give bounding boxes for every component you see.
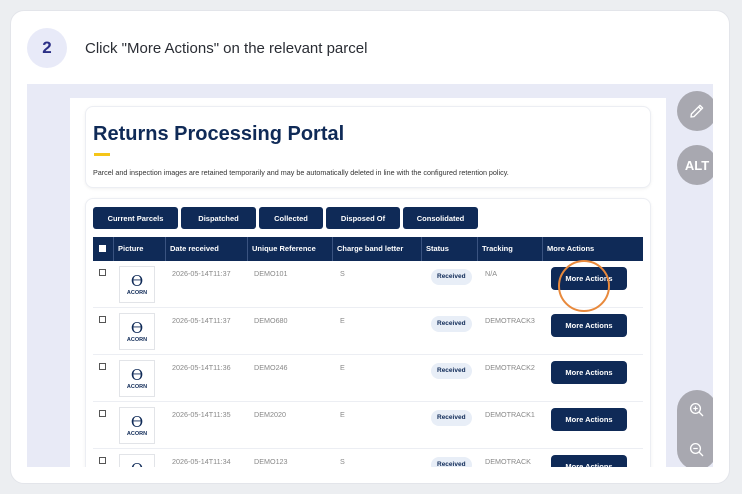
tracking-cell: DEMOTRACK [485, 457, 531, 466]
more-actions-button[interactable]: More Actions [551, 314, 627, 337]
reference-cell: DEM2020 [254, 410, 286, 419]
step-number-badge: 2 [27, 28, 67, 68]
alt-text-button[interactable]: ALT [677, 145, 713, 185]
logo-wordmark: ACORN [126, 336, 148, 343]
pencil-icon [690, 104, 704, 118]
select-all-checkbox[interactable] [99, 245, 106, 252]
column-header-tracking: Tracking [477, 237, 513, 261]
click-highlight-circle [558, 260, 610, 312]
charge-band-cell: S [340, 269, 345, 278]
acorn-logo-icon: ϴ [130, 365, 144, 384]
logo-wordmark: ACORN [126, 383, 148, 390]
table-row: ϴ ACORN 2026-05-14T11:35 DEM2020 E Receiv… [93, 402, 643, 449]
row-checkbox[interactable] [99, 457, 106, 464]
tracking-cell: DEMOTRACK1 [485, 410, 535, 419]
acorn-logo-icon: ϴ [131, 461, 143, 467]
title-underline [94, 153, 110, 156]
parcel-picture: ϴACORN [119, 266, 155, 303]
status-badge: Received [431, 363, 472, 379]
column-header-charge-band: Charge band letter [332, 237, 403, 261]
more-actions-button[interactable]: More Actions [551, 408, 627, 431]
zoom-controls [677, 390, 713, 467]
zoom-in-icon [689, 402, 704, 417]
zoom-in-button[interactable] [677, 390, 713, 430]
tracking-cell: N/A [485, 269, 497, 278]
row-checkbox[interactable] [99, 269, 106, 276]
reference-cell: DEMO101 [254, 269, 288, 278]
acorn-logo-icon: ϴ [130, 271, 144, 290]
portal-header-card: Returns Processing Portal Parcel and ins… [85, 106, 651, 188]
status-badge: Received [431, 410, 472, 426]
table-row: ϴ ACORN 2026-05-14T11:36 DEMO246 E Receiv… [93, 355, 643, 402]
tutorial-step-card: 2 Click "More Actions" on the relevant p… [10, 10, 730, 484]
table-header: Picture Date received Unique Reference C… [93, 237, 643, 261]
table-row: ϴACORN 2026-05-14T11:34 DEMO123 S Receiv… [93, 449, 643, 467]
zoom-out-button[interactable] [677, 430, 713, 467]
table-row: ϴ ACORN 2026-05-14T11:37 DEMO680 E Receiv… [93, 308, 643, 355]
step-instruction: Click "More Actions" on the relevant par… [85, 39, 368, 57]
column-header-status: Status [421, 237, 449, 261]
charge-band-cell: E [340, 363, 345, 372]
page-title: Returns Processing Portal [93, 123, 345, 145]
tab-consolidated[interactable]: Consolidated [403, 207, 478, 229]
row-checkbox[interactable] [99, 363, 106, 370]
parcel-picture: ϴACORN [119, 313, 155, 350]
charge-band-cell: S [340, 457, 345, 466]
parcel-picture: ϴACORN [119, 454, 155, 467]
tab-disposed-of[interactable]: Disposed Of [326, 207, 400, 229]
logo-wordmark: ACORN [126, 430, 148, 437]
tab-current-parcels[interactable]: Current Parcels [93, 207, 178, 229]
logo-wordmark: ACORN [126, 289, 148, 296]
parcel-picture: ϴACORN [119, 407, 155, 444]
tab-collected[interactable]: Collected [259, 207, 323, 229]
acorn-logo-icon: ϴ [130, 318, 144, 337]
status-badge: Received [431, 457, 472, 467]
row-checkbox[interactable] [99, 316, 106, 323]
more-actions-button[interactable]: More Actions [551, 361, 627, 384]
column-header-reference: Unique Reference [247, 237, 316, 261]
status-badge: Received [431, 269, 472, 285]
column-header-more-actions: More Actions [542, 237, 594, 261]
reference-cell: DEMO246 [254, 363, 288, 372]
parcels-table-card: Current Parcels Dispatched Collected Dis… [85, 198, 651, 467]
reference-cell: DEMO680 [254, 316, 288, 325]
date-cell: 2026-05-14T11:37 [172, 269, 231, 278]
date-cell: 2026-05-14T11:35 [172, 410, 231, 419]
parcel-picture: ϴACORN [119, 360, 155, 397]
charge-band-cell: E [340, 316, 345, 325]
status-badge: Received [431, 316, 472, 332]
more-actions-button[interactable]: More Actions [551, 455, 627, 467]
tracking-cell: DEMOTRACK3 [485, 316, 535, 325]
column-header-picture: Picture [113, 237, 143, 261]
row-checkbox[interactable] [99, 410, 106, 417]
step-header: 2 Click "More Actions" on the relevant p… [27, 27, 367, 69]
reference-cell: DEMO123 [254, 457, 288, 466]
date-cell: 2026-05-14T11:36 [172, 363, 231, 372]
retention-note: Parcel and inspection images are retaine… [93, 168, 509, 177]
charge-band-cell: E [340, 410, 345, 419]
screenshot-frame: Returns Processing Portal Parcel and ins… [27, 84, 713, 467]
zoom-out-icon [689, 442, 704, 457]
acorn-logo-icon: ϴ [130, 412, 144, 431]
tab-dispatched[interactable]: Dispatched [181, 207, 256, 229]
column-header-date: Date received [165, 237, 219, 261]
date-cell: 2026-05-14T11:37 [172, 316, 231, 325]
edit-button[interactable] [677, 91, 713, 131]
tracking-cell: DEMOTRACK2 [485, 363, 535, 372]
date-cell: 2026-05-14T11:34 [172, 457, 231, 466]
